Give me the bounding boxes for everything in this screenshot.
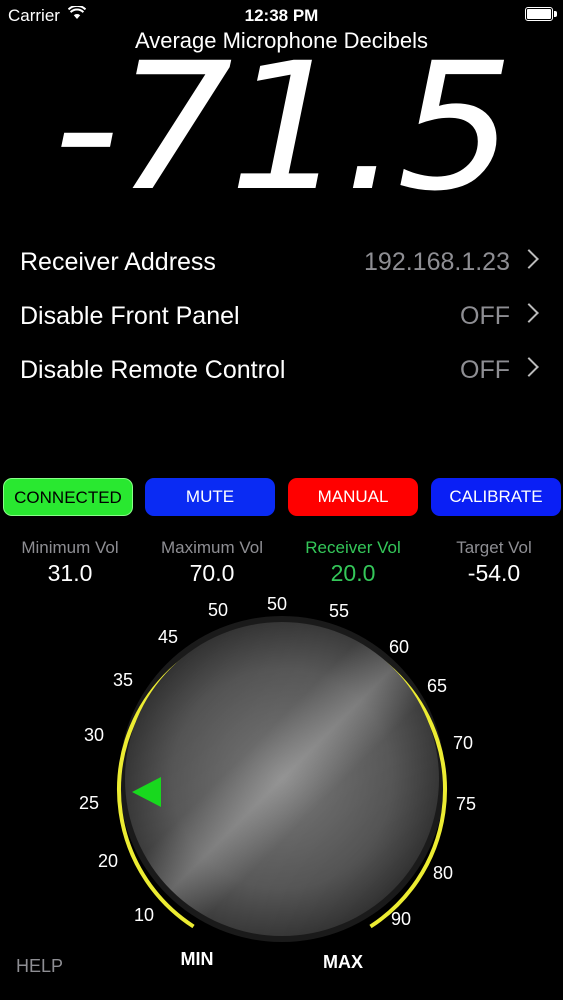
help-button[interactable]: HELP xyxy=(16,956,63,977)
stat-receiver-vol: Receiver Vol 20.0 xyxy=(283,538,423,587)
stat-target-vol: Target Vol -54.0 xyxy=(424,538,563,587)
dial-tick-label: 25 xyxy=(79,793,99,813)
dial-tick-label: 90 xyxy=(391,909,411,929)
dial-tick-label: 65 xyxy=(427,676,447,696)
stat-value: 70.0 xyxy=(189,560,235,586)
knob-sheen xyxy=(125,622,439,936)
setting-value: OFF xyxy=(460,356,510,384)
mute-button[interactable]: MUTE xyxy=(145,478,275,516)
dial-tick-label: 45 xyxy=(158,627,178,647)
dial-max-label: MAX xyxy=(323,952,363,972)
stat-maximum-vol: Maximum Vol 70.0 xyxy=(142,538,282,587)
stat-minimum-vol: Minimum Vol 31.0 xyxy=(0,538,140,587)
status-time: 12:38 PM xyxy=(244,6,319,25)
stat-label: Target Vol xyxy=(456,538,532,557)
battery-icon xyxy=(525,7,557,21)
chevron-right-icon xyxy=(519,357,539,377)
chevron-right-icon xyxy=(519,303,539,323)
stat-value: 20.0 xyxy=(330,560,376,586)
stat-label: Maximum Vol xyxy=(160,538,264,557)
dial-tick-label: 50 xyxy=(267,594,287,614)
setting-label: Disable Front Panel xyxy=(20,302,240,330)
dial-tick-label: 20 xyxy=(98,851,118,871)
setting-disable-front-panel[interactable]: Disable Front Panel OFF xyxy=(20,294,540,338)
dial-tick-label: 55 xyxy=(329,601,349,621)
calibrate-button[interactable]: CALIBRATE xyxy=(431,478,561,516)
dial-tick-label: 10 xyxy=(134,905,154,925)
dial-tick-label: 60 xyxy=(389,637,409,657)
setting-value: OFF xyxy=(460,302,510,330)
setting-value: 192.168.1.23 xyxy=(364,248,510,276)
volume-knob[interactable]: 10 20 25 30 35 45 50 50 55 60 65 70 75 80 90 MIN MAX xyxy=(0,590,563,990)
dial-tick-label: 30 xyxy=(84,725,104,745)
stat-value: -54.0 xyxy=(467,560,521,586)
manual-button[interactable]: MANUAL xyxy=(288,478,418,516)
stat-value: 31.0 xyxy=(47,560,93,586)
dial-tick-label: 70 xyxy=(453,733,473,753)
dial-tick-label: 75 xyxy=(456,794,476,814)
stat-label: Receiver Vol xyxy=(305,538,401,557)
dial-min-label: MIN xyxy=(181,949,214,969)
chevron-right-icon xyxy=(519,249,539,269)
setting-label: Disable Remote Control xyxy=(20,356,286,384)
setting-disable-remote-control[interactable]: Disable Remote Control OFF xyxy=(20,348,540,392)
setting-receiver-address[interactable]: Receiver Address 192.168.1.23 xyxy=(20,240,540,284)
setting-label: Receiver Address xyxy=(20,248,216,276)
dial-tick-label: 50 xyxy=(208,600,228,620)
dial-tick-label: 80 xyxy=(433,863,453,883)
connected-button[interactable]: CONNECTED xyxy=(3,478,133,516)
decibel-readout: -71.5 xyxy=(52,25,514,230)
dial-tick-label: 35 xyxy=(113,670,133,690)
stat-label: Minimum Vol xyxy=(21,538,119,557)
